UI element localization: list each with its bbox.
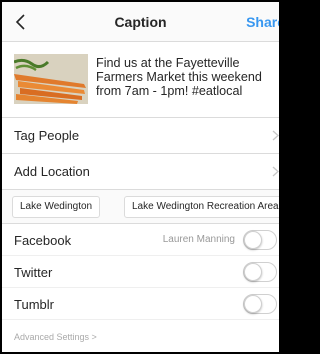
toggle-knob xyxy=(244,231,262,249)
advanced-settings-link[interactable]: Advanced Settings > xyxy=(14,332,97,342)
twitter-toggle[interactable] xyxy=(243,262,277,282)
add-location-label: Add Location xyxy=(14,164,90,179)
share-row-tumblr: Tumblr xyxy=(2,288,279,320)
post-preview: Find us at the Fayetteville Farmers Mark… xyxy=(2,42,279,118)
location-chip[interactable]: Lake Wedington xyxy=(12,196,101,218)
caption-line: Find us at the Fayetteville xyxy=(96,56,240,70)
location-suggestions: Lake Wedington Lake Wedington Recreation… xyxy=(2,190,279,224)
toggle-knob xyxy=(244,295,262,313)
tumblr-label: Tumblr xyxy=(14,297,54,312)
share-button[interactable]: Share xyxy=(246,14,279,30)
tumblr-toggle[interactable] xyxy=(243,294,277,314)
caption-line: Farmers Market this weekend xyxy=(96,70,262,84)
toggle-knob xyxy=(244,263,262,281)
add-location-row[interactable]: Add Location xyxy=(2,154,279,190)
chevron-right-icon xyxy=(272,166,279,177)
caption-line: from 7am - 1pm! #eatlocal xyxy=(96,84,243,98)
nav-bar: Caption Share xyxy=(2,2,279,42)
share-row-twitter: Twitter xyxy=(2,256,279,288)
tag-people-label: Tag People xyxy=(14,128,80,143)
carrots-photo xyxy=(14,54,88,104)
facebook-account-name: Lauren Manning xyxy=(162,234,235,245)
facebook-label: Facebook xyxy=(14,233,72,248)
caption-text[interactable]: Find us at the Fayetteville Farmers Mark… xyxy=(96,56,279,98)
caption-screen: Caption Share Find us at the Fayettevill… xyxy=(2,2,279,352)
twitter-label: Twitter xyxy=(14,265,53,280)
share-row-facebook: Facebook Lauren Manning xyxy=(2,224,279,256)
page-title: Caption xyxy=(114,14,167,30)
chevron-right-icon xyxy=(272,130,279,141)
location-chip[interactable]: Lake Wedington Recreation Area xyxy=(124,196,279,218)
tag-people-row[interactable]: Tag People xyxy=(2,118,279,154)
facebook-toggle[interactable] xyxy=(243,230,277,250)
